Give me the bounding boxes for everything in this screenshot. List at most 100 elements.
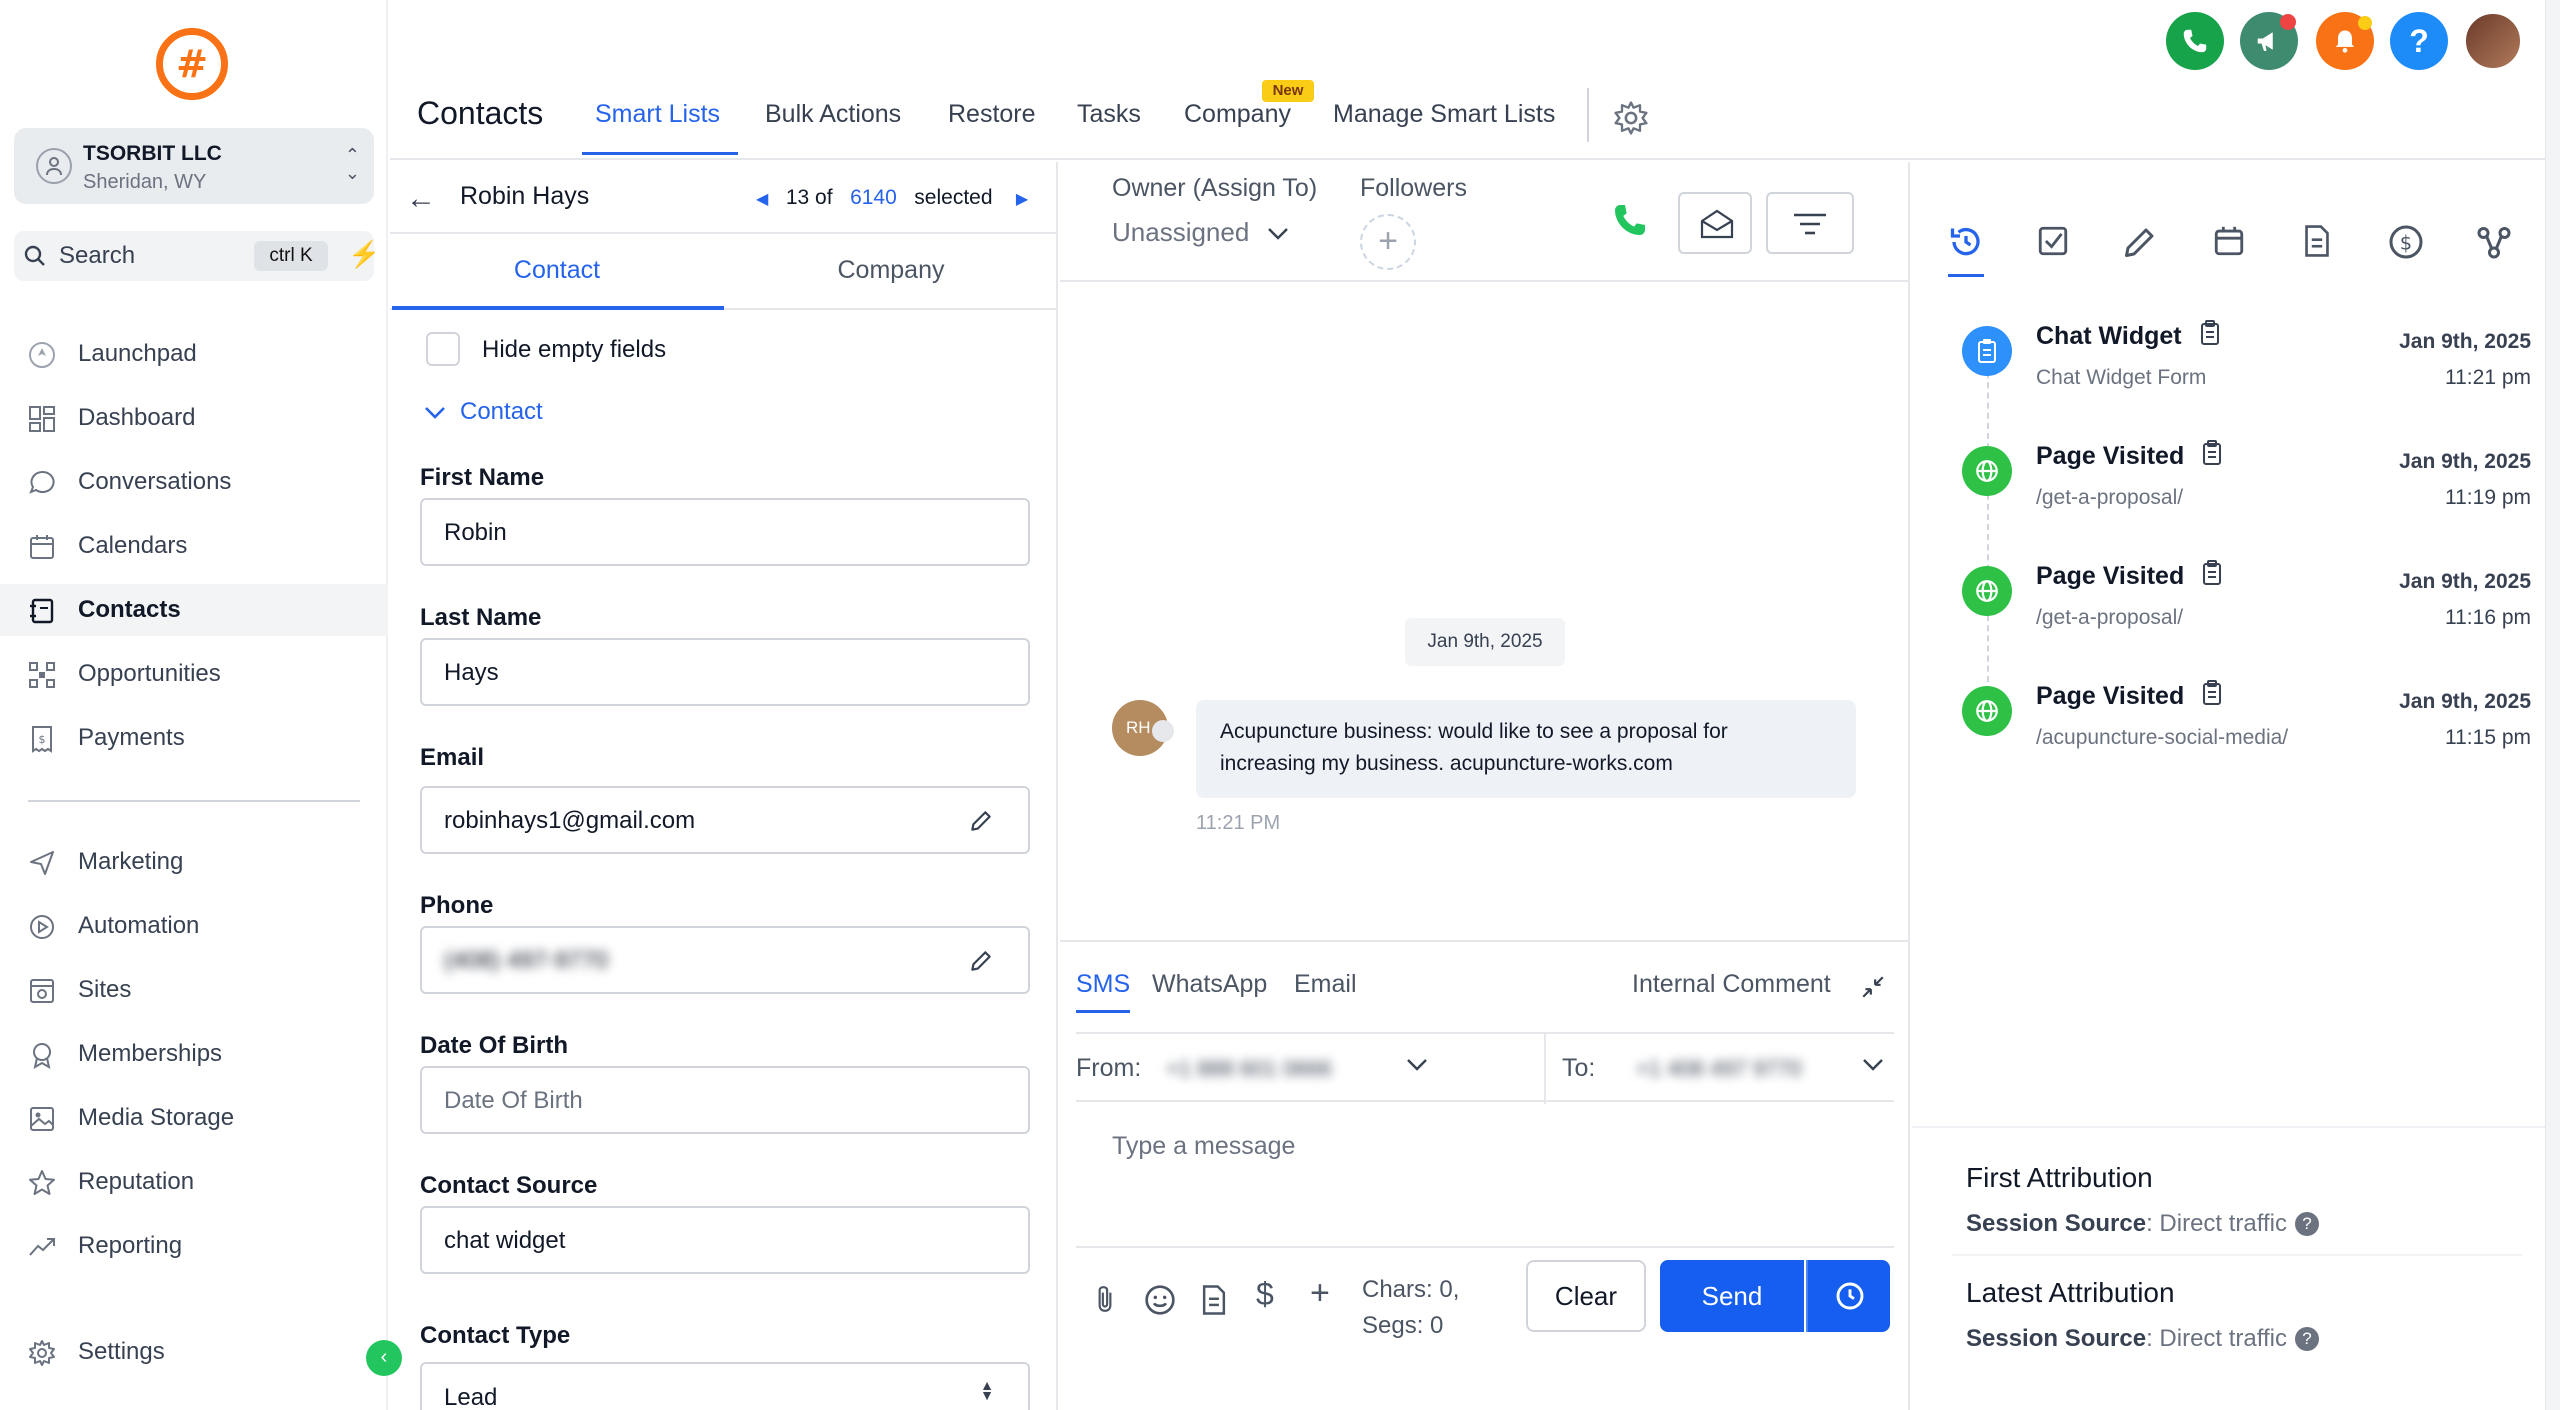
segs-count: Segs: 0 (1362, 1312, 1444, 1339)
send-icon (30, 851, 54, 875)
help-button[interactable]: ? (2390, 12, 2448, 70)
filter-button[interactable] (1766, 192, 1854, 254)
phone-field[interactable]: (408) 497-9770 (420, 926, 1030, 994)
schedule-send-button[interactable] (1806, 1260, 1890, 1332)
help-icon[interactable]: ? (2295, 1212, 2319, 1236)
channel-tab-sms[interactable]: SMS (1076, 970, 1130, 999)
tab-company[interactable]: Company (1184, 100, 1291, 129)
contact-section-toggle[interactable]: Contact (424, 398, 543, 426)
tab-contact[interactable]: Contact (390, 256, 724, 285)
sidebar-item-payments[interactable]: $ Payments (0, 712, 388, 764)
payments-dollar-icon[interactable]: $ (2388, 224, 2424, 260)
timeline-item[interactable]: Page Visited (2036, 680, 2223, 711)
settings-gear-icon[interactable] (1613, 100, 1649, 136)
timeline-item[interactable]: Chat Widget (2036, 320, 2221, 351)
call-icon[interactable] (1610, 200, 1650, 240)
help-icon[interactable]: ? (2295, 1327, 2319, 1351)
send-button[interactable]: Send (1660, 1260, 1804, 1332)
first-name-field[interactable]: Robin (420, 498, 1030, 566)
contact-type-select[interactable]: Lead ▲ ▼ (420, 1362, 1030, 1410)
payment-link-icon[interactable]: $ (1256, 1276, 1274, 1313)
user-avatar[interactable] (2464, 12, 2522, 70)
globe-event-icon (1962, 566, 2012, 616)
pencil-icon[interactable] (968, 948, 994, 974)
to-number[interactable]: +1 408 497 9770 (1636, 1056, 1802, 1082)
plus-icon[interactable]: + (1310, 1274, 1330, 1313)
first-name-label: First Name (420, 464, 545, 491)
pencil-icon[interactable] (968, 808, 994, 834)
clear-button[interactable]: Clear (1526, 1260, 1646, 1332)
sidebar-item-opportunities[interactable]: Opportunities (0, 648, 388, 700)
record-pager: ◀ 13 of 6140 selected ▶ (756, 186, 1028, 210)
notifications-button[interactable] (2316, 12, 2374, 70)
form-event-icon (1962, 326, 2012, 376)
app-logo[interactable]: # (156, 28, 228, 100)
add-follower-button[interactable]: + (1360, 214, 1416, 270)
timeline-item[interactable]: Page Visited (2036, 440, 2223, 471)
message-input[interactable]: Type a message (1076, 1116, 1894, 1248)
last-name-value: Hays (444, 659, 499, 686)
lightning-icon[interactable]: ⚡ (348, 239, 380, 270)
sidebar-item-memberships[interactable]: Memberships (0, 1028, 388, 1080)
sidebar-item-sites[interactable]: Sites (0, 964, 388, 1016)
account-switcher[interactable]: TSORBIT LLC Sheridan, WY ⌃ ⌄ (14, 128, 374, 204)
back-arrow-icon[interactable]: ← (406, 182, 436, 216)
sidebar-item-marketing[interactable]: Marketing (0, 836, 388, 888)
phone-button[interactable] (2166, 12, 2224, 70)
contact-source-field[interactable]: chat widget (420, 1206, 1030, 1274)
email-button[interactable] (1678, 192, 1752, 254)
tab-restore[interactable]: Restore (948, 100, 1036, 129)
svg-text:$: $ (39, 733, 46, 746)
tab-company-details[interactable]: Company (724, 256, 1058, 285)
documents-icon[interactable] (2302, 224, 2332, 258)
tab-manage-smart-lists[interactable]: Manage Smart Lists (1333, 100, 1555, 129)
dob-field[interactable]: Date Of Birth (420, 1066, 1030, 1134)
channel-tab-email[interactable]: Email (1294, 970, 1357, 999)
sidebar-item-automation[interactable]: Automation (0, 900, 388, 952)
tab-bulk-actions[interactable]: Bulk Actions (765, 100, 901, 129)
owner-select[interactable]: Unassigned (1112, 217, 1289, 248)
emoji-icon[interactable] (1144, 1284, 1176, 1316)
chevron-down-icon[interactable] (1406, 1058, 1428, 1072)
tab-smart-lists[interactable]: Smart Lists (595, 100, 720, 129)
message-time: 11:21 PM (1196, 812, 1281, 834)
sidebar-item-reputation[interactable]: Reputation (0, 1156, 388, 1208)
notes-pen-icon[interactable] (2122, 224, 2158, 260)
source-label: Session Source (1966, 1210, 2147, 1237)
tasks-icon[interactable] (2036, 224, 2070, 258)
sidebar-item-calendars[interactable]: Calendars (0, 520, 388, 572)
email-field[interactable]: robinhays1@gmail.com (420, 786, 1030, 854)
sidebar-item-reporting[interactable]: Reporting (0, 1220, 388, 1272)
sites-icon (30, 979, 54, 1003)
history-icon[interactable] (1948, 224, 1984, 260)
prev-record-icon[interactable]: ◀ (756, 191, 768, 208)
sidebar-item-contacts[interactable]: Contacts (0, 584, 388, 636)
workflow-icon[interactable] (2476, 224, 2512, 260)
internal-comment-tab[interactable]: Internal Comment (1632, 970, 1831, 999)
announcements-button[interactable] (2240, 12, 2298, 70)
sidebar-search[interactable]: Search ctrl K ⚡ (14, 231, 380, 281)
last-name-field[interactable]: Hays (420, 638, 1030, 706)
attachment-icon[interactable] (1092, 1284, 1118, 1314)
sidebar-item-settings[interactable]: Settings (0, 1326, 388, 1378)
next-record-icon[interactable]: ▶ (1016, 191, 1028, 208)
contact-source-label: Contact Source (420, 1172, 598, 1199)
sidebar-item-dashboard[interactable]: Dashboard (0, 392, 388, 444)
event-title: Chat Widget (2036, 322, 2182, 350)
sidebar-item-conversations[interactable]: Conversations (0, 456, 388, 508)
tab-tasks[interactable]: Tasks (1077, 100, 1141, 129)
hide-empty-checkbox[interactable] (426, 332, 460, 366)
record-total[interactable]: 6140 (850, 186, 897, 209)
star-icon (29, 1170, 55, 1195)
chevron-down-icon[interactable] (1862, 1058, 1884, 1072)
collapse-icon[interactable] (1860, 974, 1886, 1000)
channel-tab-whatsapp[interactable]: WhatsApp (1152, 970, 1267, 999)
sidebar-item-media-storage[interactable]: Media Storage (0, 1092, 388, 1144)
template-icon[interactable] (1200, 1284, 1228, 1316)
sidebar-item-launchpad[interactable]: Launchpad (0, 328, 388, 380)
from-number[interactable]: +1 888 601 0666 (1166, 1056, 1332, 1082)
timeline-item[interactable]: Page Visited (2036, 560, 2223, 591)
page-scrollbar[interactable] (2545, 0, 2560, 1410)
latest-attribution-title: Latest Attribution (1966, 1277, 2175, 1308)
appointments-icon[interactable] (2212, 224, 2246, 258)
